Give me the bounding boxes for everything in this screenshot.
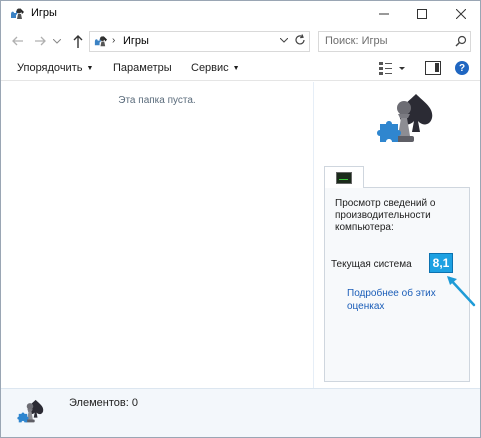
view-options-icon: [379, 62, 405, 75]
service-label: Сервис: [191, 62, 229, 74]
dropdown-caret-icon: ▼: [86, 65, 94, 72]
search-input[interactable]: Поиск: Игры: [318, 31, 471, 52]
breadcrumb-games[interactable]: Игры: [123, 35, 149, 47]
close-button[interactable]: [442, 1, 480, 27]
navigation-bar: › Игры Поиск: Игры: [1, 28, 480, 54]
minimize-button[interactable]: [365, 1, 403, 27]
title-bar: Игры: [1, 1, 480, 27]
organize-menu-button[interactable]: Упорядочить ▼: [17, 62, 93, 74]
up-arrow-icon: [73, 34, 83, 48]
file-list-area[interactable]: Эта папка пуста.: [1, 82, 313, 388]
close-icon: [456, 9, 466, 19]
games-folder-icon: [94, 35, 108, 47]
parameters-button[interactable]: Параметры: [113, 62, 172, 74]
item-count: Элементов: 0: [69, 397, 138, 409]
maximize-button[interactable]: [403, 1, 441, 27]
back-arrow-icon: [12, 36, 23, 46]
search-placeholder: Поиск: Игры: [325, 35, 388, 47]
score-details-link[interactable]: Подробнее об этих оценках: [347, 287, 447, 313]
minimize-icon: [379, 13, 389, 15]
service-menu-button[interactable]: Сервис ▼: [191, 62, 240, 74]
forward-arrow-icon: [35, 36, 46, 46]
organize-label: Упорядочить: [17, 62, 83, 74]
monitor-icon: [336, 172, 352, 184]
maximize-icon: [417, 9, 427, 19]
preview-pane-button[interactable]: [425, 61, 441, 75]
games-folder-icon: [11, 8, 24, 19]
refresh-button[interactable]: [294, 34, 306, 49]
empty-folder-message: Эта папка пуста.: [118, 95, 196, 106]
performance-score-badge: 8,1: [429, 253, 453, 273]
search-icon[interactable]: [455, 35, 467, 47]
winsat-tab-control: Просмотр сведений о производительности к…: [324, 166, 470, 382]
tab-performance[interactable]: [324, 166, 364, 188]
current-system-label: Текущая система: [331, 259, 412, 270]
change-view-button[interactable]: [379, 61, 407, 77]
games-icon: [17, 399, 44, 423]
explorer-window: Игры › Игры Поиск: Игры Упорядочить ▼ Па…: [0, 0, 481, 438]
address-bar[interactable]: › Игры: [89, 31, 310, 52]
forward-button[interactable]: [31, 31, 49, 51]
chevron-down-icon: [53, 38, 61, 44]
command-bar: Упорядочить ▼ Параметры Сервис ▼ ?: [1, 57, 480, 81]
window-title: Игры: [31, 7, 57, 19]
help-button[interactable]: ?: [455, 61, 469, 75]
performance-heading: Просмотр сведений о производительности к…: [335, 198, 436, 233]
performance-panel: Просмотр сведений о производительности к…: [324, 187, 470, 382]
back-button[interactable]: [9, 31, 27, 51]
breadcrumb-separator: ›: [112, 35, 116, 46]
status-bar: Элементов: 0: [1, 388, 480, 437]
refresh-icon: [295, 34, 305, 45]
dropdown-caret-icon: ▼: [232, 65, 240, 72]
address-dropdown-button[interactable]: [279, 36, 289, 45]
details-pane: Просмотр сведений о производительности к…: [313, 82, 480, 388]
recent-locations-button[interactable]: [51, 31, 63, 51]
games-icon: [377, 94, 433, 142]
up-button[interactable]: [69, 31, 87, 51]
chevron-down-icon: [279, 37, 289, 43]
